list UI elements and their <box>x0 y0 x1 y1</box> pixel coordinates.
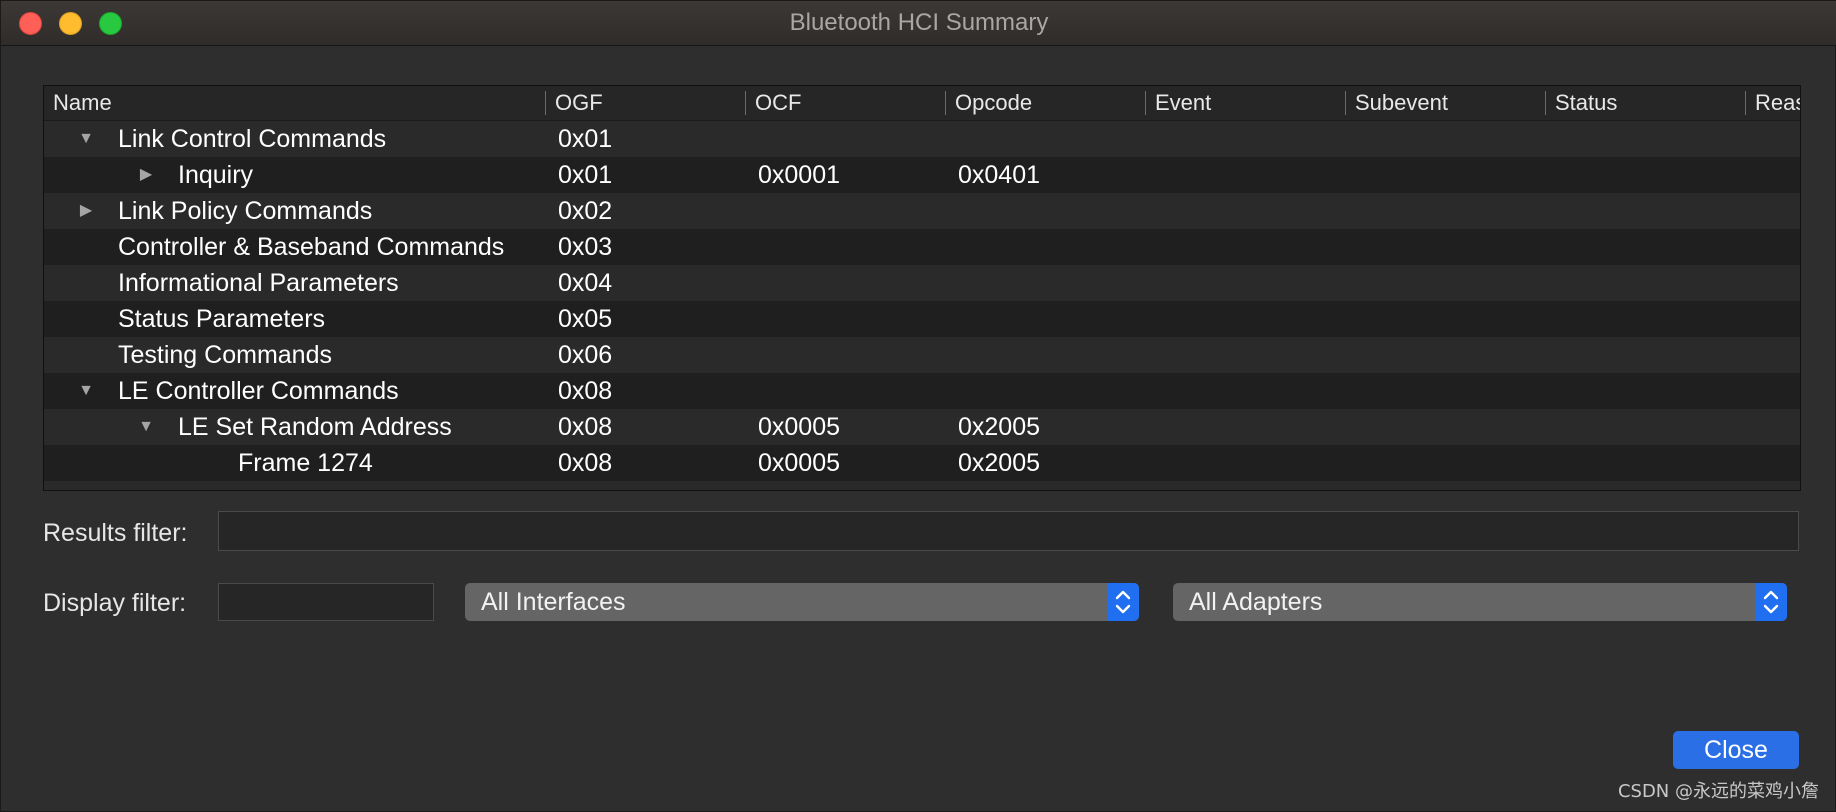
interfaces-select-value: All Interfaces <box>481 588 626 616</box>
display-filter-input[interactable] <box>218 583 434 621</box>
row-name: Frame 1274 <box>238 449 373 477</box>
table-row[interactable] <box>44 481 1800 490</box>
column-divider[interactable] <box>1545 91 1546 115</box>
close-button[interactable]: Close <box>1673 731 1799 769</box>
table-body: ▼ Link Control Commands 0x01 ▶ Inquiry 0x01 0x… <box>44 121 1800 490</box>
row-opcode: 0x2005 <box>958 449 1041 477</box>
row-name: Status Parameters <box>118 305 326 333</box>
row-ogf: 0x03 <box>558 233 613 261</box>
row-opcode: 0x0401 <box>958 161 1041 189</box>
summary-window: Bluetooth HCI Summary Name OGF OCF Opcode Ev… <box>0 0 1836 812</box>
row-ocf: 0x0001 <box>758 161 841 189</box>
row-ocf: 0x0005 <box>758 449 841 477</box>
row-ogf: 0x06 <box>558 341 613 369</box>
row-name: Informational Parameters <box>118 269 399 297</box>
table-header: NameOGFOCFOpcodeEventSubeventStatusReas <box>44 86 1800 121</box>
triangle-down-icon[interactable]: ▼ <box>76 373 96 409</box>
title-bar[interactable]: Bluetooth HCI Summary <box>1 1 1836 46</box>
row-name: LE Set Random Address <box>178 413 452 441</box>
column-header[interactable]: Name <box>44 86 546 120</box>
up-down-chevron-icon <box>1107 583 1139 621</box>
row-ogf: 0x02 <box>558 197 613 225</box>
row-ogf: 0x01 <box>558 161 613 189</box>
column-header[interactable]: Opcode <box>946 86 1146 120</box>
table-row[interactable]: Frame 1274 0x08 0x0005 0x2005 <box>44 445 1800 481</box>
window-title: Bluetooth HCI Summary <box>789 9 1049 36</box>
row-ogf: 0x01 <box>558 125 613 153</box>
adapters-select-value: All Adapters <box>1189 588 1323 616</box>
table-row[interactable]: ▶ Inquiry 0x01 0x0001 0x0401 <box>44 157 1800 193</box>
column-header[interactable]: Reas <box>1746 86 1800 120</box>
row-ogf: 0x08 <box>558 449 613 477</box>
table-row[interactable]: Status Parameters 0x05 <box>44 301 1800 337</box>
column-divider[interactable] <box>1745 91 1746 115</box>
column-header[interactable]: Event <box>1146 86 1346 120</box>
hci-summary-tree[interactable]: NameOGFOCFOpcodeEventSubeventStatusReas … <box>43 85 1801 491</box>
table-row[interactable]: Controller & Baseband Commands 0x03 <box>44 229 1800 265</box>
column-divider[interactable] <box>745 91 746 115</box>
row-opcode: 0x2005 <box>958 413 1041 441</box>
triangle-right-icon[interactable]: ▶ <box>76 193 96 229</box>
adapters-select[interactable]: All Adapters <box>1173 583 1787 621</box>
row-name: Inquiry <box>178 161 254 189</box>
triangle-right-icon[interactable]: ▶ <box>136 157 156 193</box>
column-header[interactable]: OCF <box>746 86 946 120</box>
table-row[interactable]: ▶ Link Policy Commands 0x02 <box>44 193 1800 229</box>
column-header[interactable]: OGF <box>546 86 746 120</box>
column-divider[interactable] <box>945 91 946 115</box>
up-down-chevron-icon <box>1755 583 1787 621</box>
table-row[interactable]: ▼ Link Control Commands 0x01 <box>44 121 1800 157</box>
row-ogf: 0x08 <box>558 413 613 441</box>
interfaces-select[interactable]: All Interfaces <box>465 583 1139 621</box>
watermark-text: CSDN @永远的菜鸡小詹 <box>1617 781 1819 802</box>
display-filter-label: Display filter: <box>43 589 187 617</box>
results-filter-input[interactable] <box>218 511 1799 551</box>
table-row[interactable]: Informational Parameters 0x04 <box>44 265 1800 301</box>
column-header[interactable]: Subevent <box>1346 86 1546 120</box>
row-name: LE Controller Commands <box>118 377 399 405</box>
row-ocf: 0x0005 <box>758 413 841 441</box>
triangle-down-icon[interactable]: ▼ <box>136 409 156 445</box>
row-ogf: 0x08 <box>558 377 613 405</box>
row-ogf: 0x05 <box>558 305 613 333</box>
row-name: Link Policy Commands <box>118 197 373 225</box>
row-name: Testing Commands <box>118 341 332 369</box>
row-ogf: 0x04 <box>558 269 613 297</box>
column-header[interactable]: Status <box>1546 86 1746 120</box>
table-row[interactable]: Testing Commands 0x06 <box>44 337 1800 373</box>
row-name: Link Control Commands <box>118 125 387 153</box>
column-divider[interactable] <box>1345 91 1346 115</box>
results-filter-label: Results filter: <box>43 519 188 547</box>
column-divider[interactable] <box>545 91 546 115</box>
column-divider[interactable] <box>1145 91 1146 115</box>
table-row[interactable]: ▼ LE Set Random Address 0x08 0x0005 0x2005 <box>44 409 1800 445</box>
table-row[interactable]: ▼ LE Controller Commands 0x08 <box>44 373 1800 409</box>
row-name: Controller & Baseband Commands <box>118 233 505 261</box>
triangle-down-icon[interactable]: ▼ <box>76 121 96 157</box>
